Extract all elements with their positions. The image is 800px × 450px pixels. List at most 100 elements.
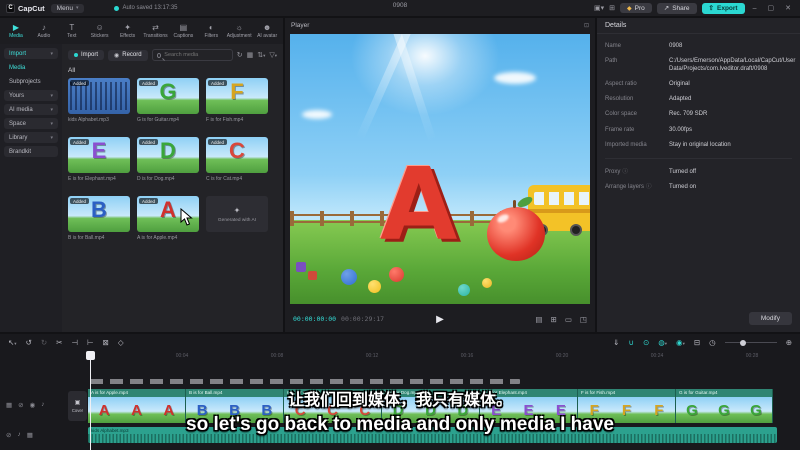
- menu-label: Menu: [56, 4, 73, 12]
- zoom-fit-icon[interactable]: ◷: [709, 338, 716, 347]
- media-item-f[interactable]: Added F F is for Fish.mp4: [206, 78, 268, 123]
- sidebar-item-ai-media[interactable]: AI media ▾: [4, 104, 58, 115]
- sidebar-item-yours[interactable]: Yours ▾: [4, 90, 58, 101]
- chevron-down-icon: ▾: [50, 106, 53, 113]
- delete-icon[interactable]: ⊠: [103, 338, 109, 347]
- search-box[interactable]: [151, 49, 233, 61]
- share-button[interactable]: ↗ Share: [656, 2, 697, 14]
- magnet-snap-toggle[interactable]: ∪: [628, 338, 634, 347]
- zoom-in-icon[interactable]: ⊕: [786, 338, 792, 347]
- title-bar: C CapCut Menu ▾ Auto saved 13:17:35 0908…: [0, 0, 800, 16]
- autosave-text: Auto saved 13:17:35: [122, 5, 178, 11]
- media-grid: Added kids Alphabet.mp3 Added G G is for …: [68, 78, 277, 241]
- tab-text[interactable]: T Text: [58, 23, 86, 39]
- zoom-slider-knob[interactable]: [740, 339, 747, 346]
- added-badge: Added: [208, 139, 228, 145]
- tab-stickers[interactable]: ☺ Stickers: [86, 23, 114, 39]
- tab-effects[interactable]: ✦ Effects: [114, 23, 142, 39]
- sort-icon[interactable]: ⇅▾: [257, 51, 265, 59]
- tab-transitions[interactable]: ⇄ Transitions: [142, 23, 170, 39]
- media-item-g[interactable]: Added G G is for Guitar.mp4: [137, 78, 199, 123]
- project-title: 0908: [392, 2, 408, 9]
- sidebar-item-space[interactable]: Space ▾: [4, 118, 58, 129]
- info-icon: ⓘ: [622, 168, 628, 175]
- chevron-down-icon: ▾: [75, 5, 79, 11]
- record-icon: ◉: [114, 52, 120, 59]
- grid-view-icon[interactable]: ▦: [247, 51, 254, 59]
- generate-ai-tile[interactable]: ✦ Generated with AI: [206, 196, 268, 241]
- pro-button[interactable]: ◆ Pro: [619, 3, 652, 13]
- video-thumbnail[interactable]: Added G: [137, 78, 199, 114]
- split-icon[interactable]: ✂: [56, 338, 62, 347]
- aspect-ratio-icon[interactable]: ▭: [565, 315, 572, 324]
- media-item-d[interactable]: Added D D is for Dog.mp4: [137, 137, 199, 182]
- tab-media[interactable]: ▶ Media: [2, 23, 30, 39]
- subtitle-english: so let's go back to media and only media…: [186, 414, 614, 435]
- tab-audio[interactable]: ♪ Audio: [30, 23, 58, 39]
- effects-icon: ✦: [124, 23, 131, 32]
- modify-button[interactable]: Modify: [748, 312, 792, 325]
- mirror-preview-icon[interactable]: ⊞: [551, 315, 557, 324]
- tab-adjustment[interactable]: ☼ Adjustment: [225, 23, 253, 39]
- minimize-button[interactable]: –: [750, 5, 760, 12]
- delete-right-icon[interactable]: ⊢: [87, 338, 94, 347]
- fullscreen-icon[interactable]: ◳: [580, 315, 587, 324]
- panel-toggle-icon[interactable]: ⊞: [609, 4, 615, 12]
- player-options-icon[interactable]: ⊡: [584, 22, 589, 29]
- tab-filters[interactable]: ◐ Filters: [197, 23, 225, 39]
- filter-icon[interactable]: ▽▾: [269, 51, 277, 59]
- refresh-icon[interactable]: ↻: [237, 51, 243, 59]
- audio-thumbnail[interactable]: Added: [68, 78, 130, 114]
- import-to-timeline-icon[interactable]: ⇓: [613, 338, 619, 347]
- playhead-handle[interactable]: [86, 351, 95, 360]
- search-input[interactable]: [164, 52, 228, 58]
- media-item-b[interactable]: Added B B is for Ball.mp4: [68, 196, 130, 241]
- media-item-e[interactable]: Added E E is for Elephant.mp4: [68, 137, 130, 182]
- sidebar-item-import[interactable]: Import ▾: [4, 48, 58, 59]
- media-item-audio[interactable]: Added kids Alphabet.mp3: [68, 78, 130, 123]
- audio-waveform-toggle[interactable]: ◉▾: [676, 338, 685, 347]
- video-thumbnail[interactable]: Added D: [137, 137, 199, 173]
- linkage-toggle[interactable]: ⊙: [643, 338, 649, 347]
- undo-icon[interactable]: ↺: [26, 338, 32, 347]
- select-tool-icon[interactable]: ↖▾: [8, 338, 17, 347]
- added-badge: Added: [70, 198, 90, 204]
- pro-diamond-icon: ◆: [626, 5, 632, 12]
- media-item-c[interactable]: Added C C is for Cat.mp4: [206, 137, 268, 182]
- added-badge: Added: [208, 80, 228, 86]
- timeline-zoom-slider[interactable]: [724, 339, 777, 346]
- captions-track[interactable]: [90, 379, 520, 384]
- timeline-ruler[interactable]: 00:04 00:08 00:12 00:16 00:20 00:24 00:2…: [0, 351, 800, 363]
- sidebar-item-media[interactable]: Media: [4, 62, 58, 73]
- keyframe-icon[interactable]: ◇: [118, 338, 124, 347]
- play-button[interactable]: ▶: [436, 314, 444, 325]
- sidebar-item-subprojects[interactable]: Subprojects: [4, 76, 58, 87]
- added-badge: Added: [139, 139, 159, 145]
- preview-axis-toggle[interactable]: ◍▾: [658, 338, 667, 347]
- import-dot-icon: [74, 53, 78, 57]
- current-timecode: 00:00:00:00: [293, 315, 337, 323]
- total-timecode: 00:00:29:17: [341, 315, 385, 323]
- close-button[interactable]: ✕: [782, 4, 794, 12]
- detail-row-color-space: Color space Rec. 709 SDR: [605, 111, 708, 118]
- maximize-button[interactable]: ▢: [765, 4, 778, 12]
- tab-captions[interactable]: ▤ Captions: [169, 23, 197, 39]
- video-thumbnail[interactable]: Added B: [68, 196, 130, 232]
- delete-left-icon[interactable]: ⊣: [71, 338, 78, 347]
- preview-quality-icon[interactable]: ▤: [535, 315, 542, 324]
- record-button[interactable]: ◉ Record: [108, 49, 148, 61]
- video-thumbnail[interactable]: Added E: [68, 137, 130, 173]
- sidebar-item-library[interactable]: Library ▾: [4, 132, 58, 143]
- export-button[interactable]: ⇧ Export: [701, 2, 745, 14]
- sidebar-item-brandkit[interactable]: Brandkit: [4, 146, 58, 157]
- video-thumbnail[interactable]: Added C: [206, 137, 268, 173]
- redo-icon[interactable]: ↻: [41, 338, 47, 347]
- filters-icon: ◐: [208, 23, 214, 32]
- timeline-toolbar: ↖▾ ↺ ↻ ✂ ⊣ ⊢ ⊠ ◇ ⇓ ∪ ⊙ ◍▾ ◉▾ ⊟ ◷ ⊕: [0, 334, 800, 351]
- layout-switch-icon[interactable]: ▣▾: [594, 4, 604, 12]
- tab-ai-avatar[interactable]: ☻ AI avatar: [253, 23, 281, 39]
- track-height-icon[interactable]: ⊟: [694, 338, 700, 347]
- import-button[interactable]: Import: [68, 50, 105, 60]
- menu-button[interactable]: Menu ▾: [50, 3, 85, 13]
- video-thumbnail[interactable]: Added F: [206, 78, 268, 114]
